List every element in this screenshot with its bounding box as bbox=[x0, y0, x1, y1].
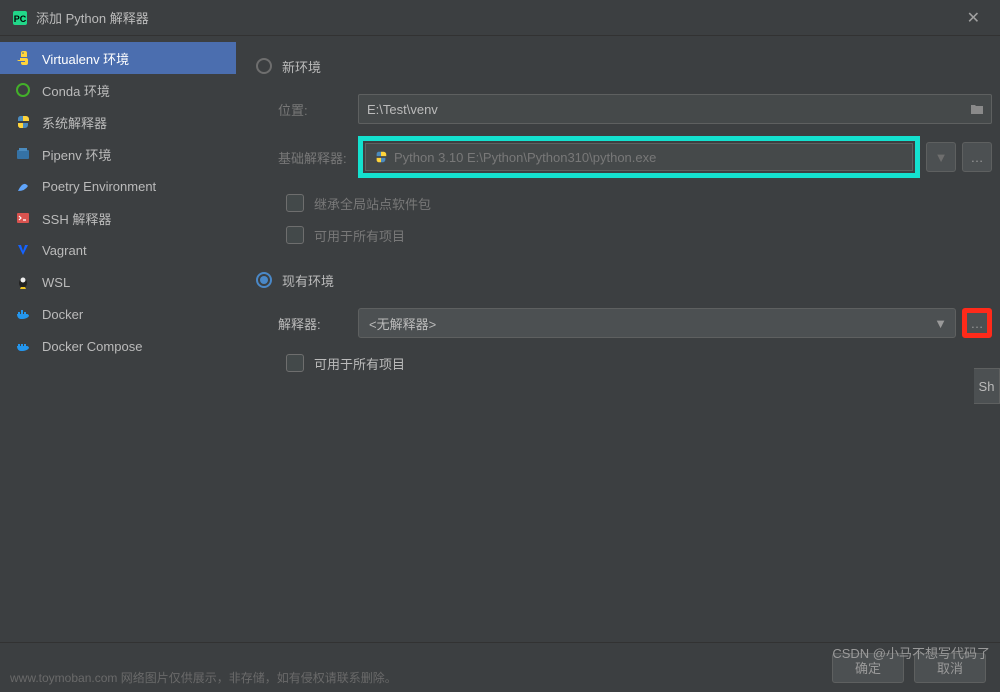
interpreter-dropdown[interactable]: <无解释器> ▼ bbox=[358, 308, 956, 338]
available-all-row-2[interactable]: 可用于所有项目 bbox=[286, 350, 992, 376]
chevron-down-icon: ▼ bbox=[934, 316, 947, 331]
python-icon bbox=[14, 49, 32, 67]
available-all-label-2: 可用于所有项目 bbox=[314, 354, 405, 373]
base-interpreter-dropdown[interactable]: ▼ bbox=[926, 142, 956, 172]
base-interpreter-field[interactable]: Python 3.10 E:\Python\Python310\python.e… bbox=[365, 143, 913, 171]
sidebar-item-label: Vagrant bbox=[42, 243, 87, 258]
available-all-label-1: 可用于所有项目 bbox=[314, 226, 405, 245]
available-all-checkbox-1[interactable] bbox=[286, 226, 304, 244]
sidebar-item-ssh[interactable]: SSH 解释器 bbox=[0, 202, 236, 234]
sidebar-item-label: SSH 解释器 bbox=[42, 209, 111, 228]
app-icon: PC bbox=[12, 10, 28, 26]
svg-text:PC: PC bbox=[14, 14, 27, 24]
docker-compose-icon bbox=[14, 337, 32, 355]
sidebar-item-virtualenv[interactable]: Virtualenv 环境 bbox=[0, 42, 236, 74]
conda-icon bbox=[14, 81, 32, 99]
sidebar-item-label: Docker bbox=[42, 307, 83, 322]
linux-icon bbox=[14, 273, 32, 291]
sidebar-item-label: Pipenv 环境 bbox=[42, 145, 111, 164]
close-button[interactable]: ✕ bbox=[959, 4, 988, 32]
sidebar-item-system[interactable]: 系统解释器 bbox=[0, 106, 236, 138]
show-button[interactable]: Sh bbox=[974, 368, 1000, 404]
inherit-packages-row[interactable]: 继承全局站点软件包 bbox=[286, 190, 992, 216]
sidebar-item-docker-compose[interactable]: Docker Compose bbox=[0, 330, 236, 362]
base-interpreter-row: 基础解释器: Python 3.10 E:\Python\Python310\p… bbox=[278, 136, 992, 178]
watermark-csdn: CSDN @小马不想写代码了 bbox=[832, 643, 990, 662]
content-panel: 新环境 位置: E:\Test\venv 基础解释器: Python 3. bbox=[236, 36, 1000, 642]
inherit-packages-label: 继承全局站点软件包 bbox=[314, 194, 431, 213]
sidebar-item-docker[interactable]: Docker bbox=[0, 298, 236, 330]
watermark-bottom: www.toymoban.com 网络图片仅供展示，非存储，如有侵权请联系删除。 bbox=[10, 669, 397, 686]
base-interpreter-label: 基础解释器: bbox=[278, 148, 358, 167]
sidebar-item-conda[interactable]: Conda 环境 bbox=[0, 74, 236, 106]
window-title: 添加 Python 解释器 bbox=[36, 8, 959, 27]
sidebar-item-label: Docker Compose bbox=[42, 339, 142, 354]
radio-label: 现有环境 bbox=[282, 271, 334, 290]
interpreter-value: <无解释器> bbox=[369, 314, 436, 333]
docker-icon bbox=[14, 305, 32, 323]
sidebar-item-poetry[interactable]: Poetry Environment bbox=[0, 170, 236, 202]
interpreter-row: 解释器: <无解释器> ▼ … bbox=[278, 308, 992, 338]
folder-icon[interactable] bbox=[969, 101, 985, 120]
available-all-row-1[interactable]: 可用于所有项目 bbox=[286, 222, 992, 248]
titlebar: PC 添加 Python 解释器 ✕ bbox=[0, 0, 1000, 36]
sidebar-item-label: Virtualenv 环境 bbox=[42, 49, 129, 68]
location-field[interactable]: E:\Test\venv bbox=[358, 94, 992, 124]
ssh-icon bbox=[14, 209, 32, 227]
sidebar-item-wsl[interactable]: WSL bbox=[0, 266, 236, 298]
python-icon bbox=[374, 150, 388, 164]
sidebar: Virtualenv 环境 Conda 环境 系统解释器 Pipenv 环境 P… bbox=[0, 36, 236, 642]
inherit-packages-checkbox[interactable] bbox=[286, 194, 304, 212]
vagrant-icon bbox=[14, 241, 32, 259]
base-interpreter-value: Python 3.10 E:\Python\Python310\python.e… bbox=[394, 150, 656, 165]
main-area: Virtualenv 环境 Conda 环境 系统解释器 Pipenv 环境 P… bbox=[0, 36, 1000, 642]
location-label: 位置: bbox=[278, 100, 358, 119]
sidebar-item-label: Conda 环境 bbox=[42, 81, 110, 100]
base-interpreter-highlight: Python 3.10 E:\Python\Python310\python.e… bbox=[358, 136, 920, 178]
radio-existing-env[interactable] bbox=[256, 272, 272, 288]
location-row: 位置: E:\Test\venv bbox=[278, 94, 992, 124]
poetry-icon bbox=[14, 177, 32, 195]
python-icon bbox=[14, 113, 32, 131]
sidebar-item-pipenv[interactable]: Pipenv 环境 bbox=[0, 138, 236, 170]
location-value: E:\Test\venv bbox=[367, 102, 438, 117]
pipenv-icon bbox=[14, 145, 32, 163]
radio-new-env[interactable] bbox=[256, 58, 272, 74]
base-interpreter-browse[interactable]: … bbox=[962, 142, 992, 172]
available-all-checkbox-2[interactable] bbox=[286, 354, 304, 372]
radio-label: 新环境 bbox=[282, 57, 321, 76]
sidebar-item-label: 系统解释器 bbox=[42, 113, 107, 132]
interpreter-label: 解释器: bbox=[278, 314, 358, 333]
interpreter-browse-button[interactable]: … bbox=[962, 308, 992, 338]
sidebar-item-label: Poetry Environment bbox=[42, 179, 156, 194]
new-env-radio-row[interactable]: 新环境 bbox=[256, 54, 992, 78]
sidebar-item-label: WSL bbox=[42, 275, 70, 290]
existing-env-radio-row[interactable]: 现有环境 bbox=[256, 268, 992, 292]
sidebar-item-vagrant[interactable]: Vagrant bbox=[0, 234, 236, 266]
